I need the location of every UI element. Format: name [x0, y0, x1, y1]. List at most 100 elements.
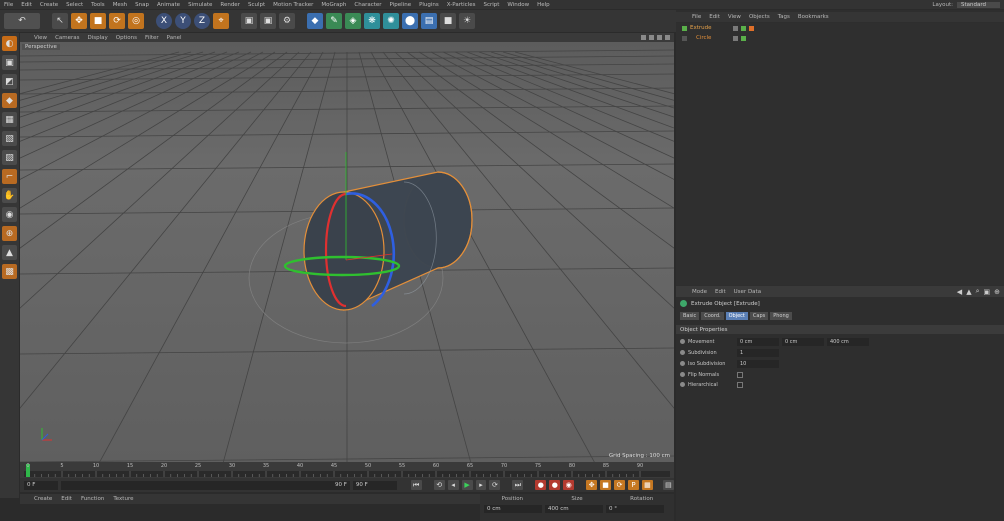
snap-icon[interactable]: ◉	[2, 207, 17, 222]
scale-tool-icon[interactable]: ■	[90, 13, 106, 29]
scene-object-icon[interactable]: ⬤	[402, 13, 418, 29]
position-x-field[interactable]: 0 cm	[484, 505, 542, 513]
flip-normals-checkbox[interactable]	[737, 371, 743, 378]
lock-icon[interactable]: ▣	[984, 288, 991, 296]
visibility-dots-icon[interactable]	[733, 25, 738, 31]
enabled-check-icon[interactable]	[741, 25, 746, 31]
size-x-field[interactable]: 400 cm	[545, 505, 603, 513]
tab-basic[interactable]: Basic	[680, 312, 700, 320]
material-menu-texture[interactable]: Texture	[113, 496, 133, 502]
floor-icon[interactable]: ▤	[421, 13, 437, 29]
menu-file[interactable]: File	[4, 2, 13, 8]
movement-x-field[interactable]: 0 cm	[737, 337, 779, 346]
pen-spline-icon[interactable]: ✎	[326, 13, 342, 29]
attr-menu-mode[interactable]: Mode	[692, 289, 707, 295]
menu-edit[interactable]: Edit	[21, 2, 32, 8]
texture-mode-icon[interactable]: ◩	[2, 74, 17, 89]
enabled-check-icon[interactable]	[741, 35, 746, 41]
viewport-menu-display[interactable]: Display	[88, 35, 108, 41]
movement-z-field[interactable]: 400 cm	[827, 337, 869, 346]
pan-icon[interactable]	[641, 35, 646, 40]
object-name[interactable]: Extrude	[690, 25, 730, 31]
render-settings-icon[interactable]: ⚙	[279, 13, 295, 29]
object-menu-tags[interactable]: Tags	[778, 14, 790, 20]
tab-object[interactable]: Object	[725, 312, 748, 320]
viewport-menu-cameras[interactable]: Cameras	[55, 35, 79, 41]
menu-mesh[interactable]: Mesh	[113, 2, 127, 8]
iso-subdivision-field[interactable]: 10	[737, 359, 779, 368]
light-icon[interactable]: ☀	[459, 13, 475, 29]
live-select-icon[interactable]: ↖	[52, 13, 68, 29]
solo-icon[interactable]: ▩	[2, 264, 17, 279]
play-icon[interactable]: ▶	[461, 480, 473, 490]
menu-pipeline[interactable]: Pipeline	[390, 2, 412, 8]
workplane-icon[interactable]: ◆	[2, 93, 17, 108]
menu-simulate[interactable]: Simulate	[188, 2, 212, 8]
attr-menu-edit[interactable]: Edit	[715, 289, 726, 295]
subdivision-field[interactable]: 1	[737, 348, 779, 357]
key-scale-icon[interactable]: ■	[600, 480, 612, 490]
viewport-menu-options[interactable]: Options	[116, 35, 137, 41]
previous-frame-icon[interactable]: ◂	[447, 480, 459, 490]
timeline[interactable]: 0 5 10 15 20 25 30 35 40 45 50 55 60 65 70 75 80 85 90	[20, 462, 674, 478]
record-keys-icon[interactable]: ●	[535, 480, 547, 490]
material-menu-create[interactable]: Create	[34, 496, 52, 502]
tab-caps[interactable]: Caps	[749, 312, 769, 320]
viewport-menu-view[interactable]: View	[34, 35, 47, 41]
animate-dot-icon[interactable]	[680, 382, 685, 387]
coordinate-system-icon[interactable]: ⌖	[213, 13, 229, 29]
menu-motion-tracker[interactable]: Motion Tracker	[273, 2, 313, 8]
axis-mode-icon[interactable]: ⌐	[2, 169, 17, 184]
go-to-end-icon[interactable]: ⏭	[512, 480, 524, 490]
tab-phong[interactable]: Phong	[770, 312, 792, 320]
render-to-picture-viewer-icon[interactable]: ▣	[260, 13, 276, 29]
new-panel-icon[interactable]: ⊕	[994, 288, 1000, 296]
menu-render[interactable]: Render	[220, 2, 240, 8]
maximize-icon[interactable]	[665, 35, 670, 40]
menu-x-particles[interactable]: X-Particles	[447, 2, 476, 8]
camera-icon[interactable]: ■	[440, 13, 456, 29]
animate-dot-icon[interactable]	[680, 361, 685, 366]
axis-x-toggle[interactable]: X	[156, 13, 172, 29]
axis-z-toggle[interactable]: Z	[194, 13, 210, 29]
up-arrow-icon[interactable]: ▲	[966, 288, 971, 296]
material-menu-function[interactable]: Function	[81, 496, 104, 502]
movement-y-field[interactable]: 0 cm	[782, 337, 824, 346]
object-menu-objects[interactable]: Objects	[749, 14, 770, 20]
orbit-icon[interactable]	[657, 35, 662, 40]
menu-animate[interactable]: Animate	[157, 2, 180, 8]
layout-select[interactable]: Standard	[956, 1, 1000, 8]
search-icon[interactable]: ⌕	[976, 287, 980, 296]
material-menu-edit[interactable]: Edit	[61, 496, 72, 502]
key-position-icon[interactable]: ✥	[586, 480, 598, 490]
key-parameter-icon[interactable]: P	[628, 480, 639, 490]
go-to-start-icon[interactable]: ⏮	[410, 480, 422, 490]
menu-create[interactable]: Create	[40, 2, 58, 8]
undo-icon[interactable]: ↶	[4, 13, 40, 29]
tweak-mode-icon[interactable]: ✋	[2, 188, 17, 203]
back-arrow-icon[interactable]: ◀	[957, 288, 962, 296]
viewport-menu-panel[interactable]: Panel	[167, 35, 182, 41]
polygons-mode-icon[interactable]: ▨	[2, 150, 17, 165]
hierarchical-checkbox[interactable]	[737, 381, 743, 388]
next-key-icon[interactable]: ⟳	[489, 480, 501, 490]
menu-help[interactable]: Help	[537, 2, 550, 8]
viewport-menu-filter[interactable]: Filter	[145, 35, 159, 41]
menu-select[interactable]: Select	[66, 2, 83, 8]
array-generator-icon[interactable]: ❋	[364, 13, 380, 29]
menu-character[interactable]: Character	[354, 2, 381, 8]
model-mode-icon[interactable]: ▣	[2, 55, 17, 70]
key-rotation-icon[interactable]: ⟳	[614, 480, 626, 490]
planar-workplane-icon[interactable]: ▲	[2, 245, 17, 260]
rotate-tool-icon[interactable]: ⟳	[109, 13, 125, 29]
layout-switcher[interactable]: Layout: Standard	[932, 0, 1000, 9]
points-mode-icon[interactable]: ▦	[2, 112, 17, 127]
object-menu-view[interactable]: View	[728, 14, 741, 20]
lock-workplane-icon[interactable]: ⊕	[2, 226, 17, 241]
object-row-extrude[interactable]: Extrude	[676, 23, 1004, 33]
animate-dot-icon[interactable]	[680, 339, 685, 344]
previous-key-icon[interactable]: ⟲	[433, 480, 445, 490]
tab-coord[interactable]: Coord.	[701, 312, 724, 320]
edges-mode-icon[interactable]: ▧	[2, 131, 17, 146]
menu-snap[interactable]: Snap	[135, 2, 149, 8]
